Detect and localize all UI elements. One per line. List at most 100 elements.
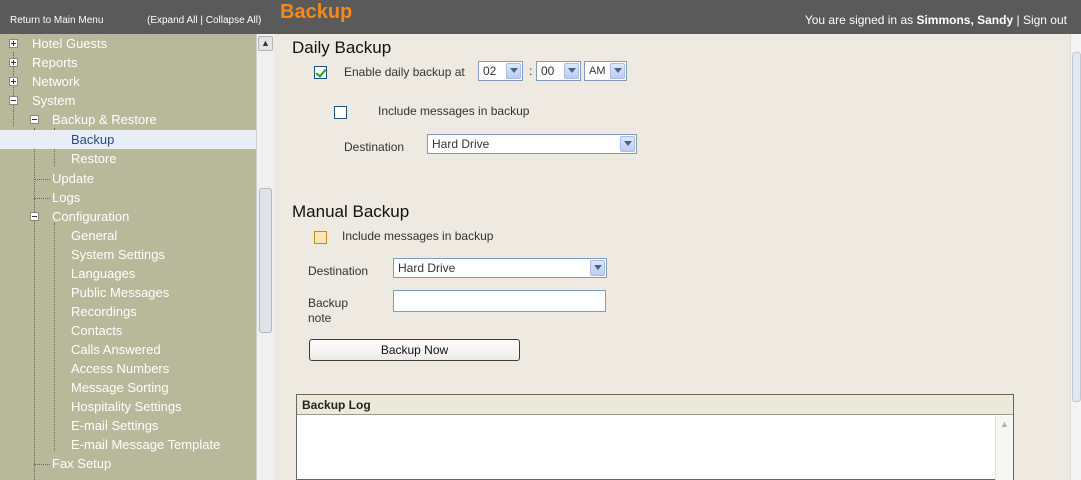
manual-include-messages-label: Include messages in backup (342, 229, 494, 243)
manual-destination-label: Destination (308, 264, 369, 278)
user-name: Simmons, Sandy (916, 13, 1014, 27)
return-to-main-menu-link[interactable]: Return to Main Menu (10, 15, 103, 26)
sidebar-item-label: E-mail Message Template (71, 437, 221, 452)
sidebar-item-network[interactable]: Network (0, 72, 256, 91)
scroll-up-arrow-icon[interactable]: ▲ (998, 418, 1011, 431)
sidebar-item-fax-setup[interactable]: Fax Setup (0, 454, 256, 473)
enable-daily-backup-checkbox[interactable] (314, 66, 327, 79)
collapse-icon[interactable] (30, 115, 39, 124)
sidebar-item-label: Backup (71, 132, 115, 147)
sidebar-item-label: System Settings (71, 247, 165, 262)
signed-in-info: You are signed in as Simmons, Sandy | Si… (805, 13, 1067, 27)
sidebar-item-restore[interactable]: Restore (0, 149, 256, 168)
chevron-down-icon[interactable] (590, 260, 605, 276)
sidebar-item-logs[interactable]: Logs (0, 188, 256, 207)
sidebar-item-label: Update (52, 171, 94, 186)
sidebar-item-label: Contacts (71, 323, 123, 338)
chevron-down-icon[interactable] (564, 63, 579, 79)
hour-value: 02 (483, 64, 497, 78)
sidebar-nav-tree: Hotel Guests Reports Network System Back… (0, 34, 256, 480)
sidebar-item-label: General (71, 228, 118, 243)
main-scrollbar[interactable] (1070, 34, 1081, 480)
sidebar-item-label: Languages (71, 266, 136, 281)
sidebar-item-label: Hospitality Settings (71, 399, 182, 414)
sidebar-item-calls-answered[interactable]: Calls Answered (0, 340, 256, 359)
chevron-down-icon[interactable] (610, 63, 625, 79)
sidebar-item-hotel-guests[interactable]: Hotel Guests (0, 34, 256, 53)
sidebar-item-label: Hotel Guests (32, 36, 108, 51)
sidebar-item-label: Configuration (52, 209, 130, 224)
sidebar-item-contacts[interactable]: Contacts (0, 321, 256, 340)
minute-select[interactable]: 00 (536, 61, 581, 81)
daily-backup-heading: Daily Backup (292, 38, 392, 57)
sidebar-item-message-sorting[interactable]: Message Sorting (0, 378, 256, 397)
scrollbar-thumb[interactable] (259, 188, 272, 333)
scroll-up-arrow-icon[interactable]: ▲ (258, 36, 273, 51)
sidebar-item-label: Fax Setup (52, 456, 112, 471)
sidebar-item-label: Calls Answered (71, 342, 161, 357)
sidebar-item-label: Access Numbers (71, 361, 170, 376)
sidebar-item-label: Restore (71, 151, 117, 166)
ampm-select[interactable]: AM (584, 61, 627, 81)
backup-log-panel: Backup Log ▲ (296, 394, 1014, 480)
manual-destination-value: Hard Drive (398, 261, 456, 275)
sidebar-item-system[interactable]: System (0, 91, 256, 110)
sidebar-item-backup[interactable]: Backup (0, 130, 256, 149)
time-separator: : (529, 64, 533, 78)
main-content: Daily Backup Enable daily backup at 02 :… (274, 34, 1070, 480)
sidebar-item-label: Public Messages (71, 285, 170, 300)
sidebar-item-email-message-template[interactable]: E-mail Message Template (0, 435, 256, 454)
sidebar-item-reports[interactable]: Reports (0, 53, 256, 72)
signed-in-prefix: You are signed in as (804, 13, 917, 27)
backup-note-label: Backup (308, 296, 349, 310)
collapse-icon[interactable] (30, 212, 39, 221)
backup-note-input[interactable] (393, 290, 606, 312)
ampm-value: AM (589, 65, 606, 77)
sidebar-item-label: Message Sorting (71, 380, 169, 395)
sidebar-item-label: Network (32, 74, 80, 89)
scrollbar-thumb[interactable] (1072, 52, 1081, 402)
backup-now-button[interactable]: Backup Now (309, 339, 520, 361)
sidebar-item-public-messages[interactable]: Public Messages (0, 283, 256, 302)
page-title: Backup (280, 1, 353, 23)
daily-include-messages-label: Include messages in backup (378, 104, 530, 118)
daily-destination-label: Destination (344, 140, 405, 154)
sidebar-item-label: Reports (32, 55, 78, 70)
sign-out-link[interactable]: Sign out (1023, 13, 1067, 27)
sidebar-item-label: E-mail Settings (71, 418, 159, 433)
sidebar-scrollbar[interactable]: ▲ (256, 34, 274, 480)
expand-icon[interactable] (9, 39, 18, 48)
sidebar-item-label: Logs (52, 190, 81, 205)
chevron-down-icon[interactable] (506, 63, 521, 79)
separator: | (1013, 13, 1023, 27)
manual-include-messages-checkbox[interactable] (314, 231, 327, 244)
manual-backup-heading: Manual Backup (292, 202, 410, 221)
sidebar-item-hospitality-settings[interactable]: Hospitality Settings (0, 397, 256, 416)
expand-collapse-all-links[interactable]: (Expand All | Collapse All) (147, 15, 261, 26)
sidebar-item-label: Backup & Restore (52, 112, 157, 127)
daily-destination-value: Hard Drive (432, 137, 490, 151)
daily-destination-select[interactable]: Hard Drive (427, 134, 637, 154)
chevron-down-icon[interactable] (620, 136, 635, 152)
sidebar-item-system-settings[interactable]: System Settings (0, 245, 256, 264)
backup-note-label-line2: note (308, 311, 332, 325)
sidebar-item-update[interactable]: Update (0, 169, 256, 188)
backup-log-scrollbar[interactable]: ▲ (995, 416, 1013, 480)
sidebar-item-access-numbers[interactable]: Access Numbers (0, 359, 256, 378)
daily-include-messages-checkbox[interactable] (334, 106, 347, 119)
sidebar-item-label: System (32, 93, 76, 108)
sidebar-item-languages[interactable]: Languages (0, 264, 256, 283)
sidebar-item-general[interactable]: General (0, 226, 256, 245)
expand-icon[interactable] (9, 58, 18, 67)
hour-select[interactable]: 02 (478, 61, 523, 81)
sidebar-item-backup-restore[interactable]: Backup & Restore (0, 110, 256, 129)
sidebar-item-label: Recordings (71, 304, 137, 319)
sidebar-item-recordings[interactable]: Recordings (0, 302, 256, 321)
collapse-icon[interactable] (9, 96, 18, 105)
sidebar-item-configuration[interactable]: Configuration (0, 207, 256, 226)
manual-destination-select[interactable]: Hard Drive (393, 258, 607, 278)
sidebar-item-email-settings[interactable]: E-mail Settings (0, 416, 256, 435)
backup-log-heading: Backup Log (297, 395, 1013, 415)
top-header-bar: Return to Main Menu (Expand All | Collap… (0, 0, 1081, 34)
expand-icon[interactable] (9, 77, 18, 86)
